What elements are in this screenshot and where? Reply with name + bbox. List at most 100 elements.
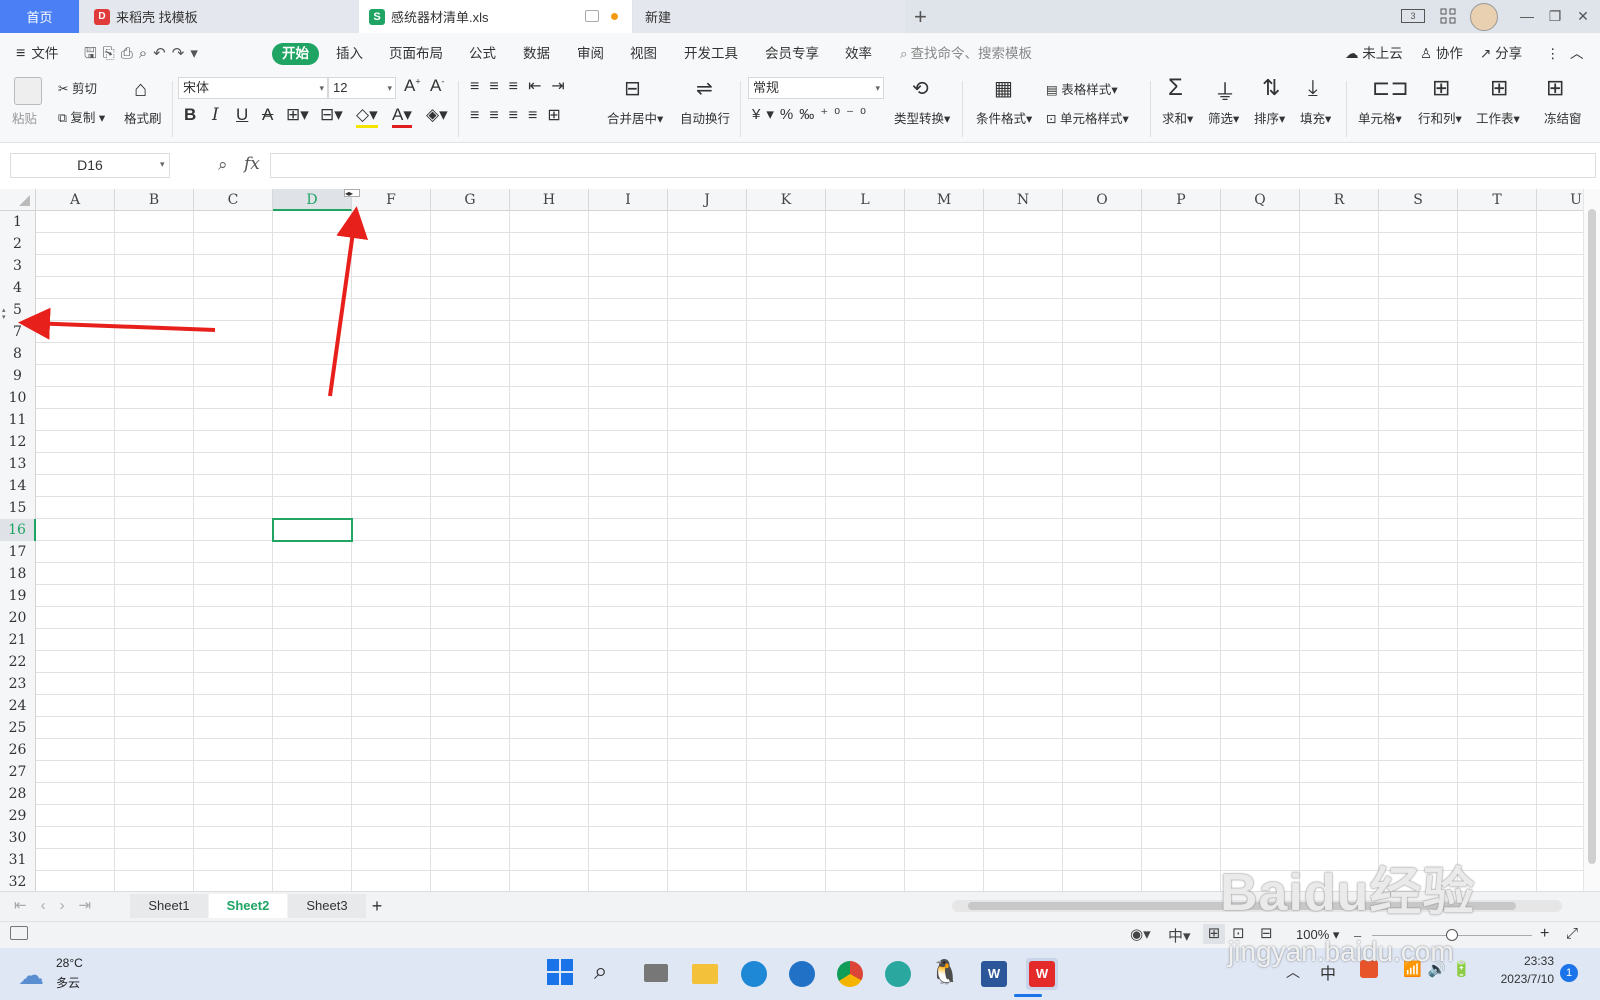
- avatar[interactable]: [1470, 3, 1498, 31]
- menu-member[interactable]: 会员专享: [765, 43, 819, 65]
- row-header-4[interactable]: 4: [0, 277, 36, 299]
- menu-dev-tools[interactable]: 开发工具: [684, 43, 738, 65]
- strikethrough-icon[interactable]: A: [262, 105, 273, 125]
- row-header-29[interactable]: 29: [0, 805, 36, 827]
- weather-temp[interactable]: 28°C: [56, 956, 83, 970]
- name-box[interactable]: D16: [10, 153, 170, 178]
- border-icon[interactable]: ⊞▾: [286, 105, 309, 125]
- task-view-icon[interactable]: [642, 958, 674, 990]
- weather-desc[interactable]: 多云: [56, 974, 80, 991]
- number-format-icons[interactable]: ¥▾%‰⁺⁰⁻⁰: [752, 105, 872, 123]
- row-header-25[interactable]: 25: [0, 717, 36, 739]
- table-style-button[interactable]: ▤ 表格样式▾: [1046, 79, 1118, 98]
- hidden-row-expand-icon[interactable]: ▴ ▾: [2, 307, 12, 321]
- row-header-19[interactable]: 19: [0, 585, 36, 607]
- column-header-k[interactable]: K: [747, 189, 826, 211]
- clock-date[interactable]: 2023/7/10: [1474, 972, 1554, 986]
- vertical-scrollbar[interactable]: [1583, 189, 1600, 891]
- menu-review[interactable]: 审阅: [577, 43, 604, 65]
- font-name-select[interactable]: 宋体: [178, 77, 328, 99]
- edge-browser-icon[interactable]: [738, 958, 770, 990]
- row-header-15[interactable]: 15: [0, 497, 36, 519]
- column-header-t[interactable]: T: [1458, 189, 1537, 211]
- restore-icon[interactable]: ❐: [1545, 6, 1565, 26]
- wrap-button[interactable]: 自动换行: [680, 108, 730, 127]
- cut-button[interactable]: ✂ 剪切: [58, 78, 97, 97]
- sheet-tab-1[interactable]: Sheet1: [130, 894, 208, 918]
- file-explorer-icon[interactable]: [690, 958, 722, 990]
- row-header-10[interactable]: 10: [0, 387, 36, 409]
- font-color-icon[interactable]: A▾: [392, 105, 412, 128]
- underline-icon[interactable]: U: [236, 105, 248, 125]
- tab-file[interactable]: S 感统器材清单.xls: [359, 0, 632, 33]
- windows-start-icon[interactable]: [546, 958, 578, 990]
- column-header-q[interactable]: Q: [1221, 189, 1300, 211]
- clear-icon[interactable]: ◈▾: [426, 105, 448, 125]
- sheet-nav-icons[interactable]: ⇤‹›⇥: [14, 896, 105, 914]
- row-header-3[interactable]: 3: [0, 255, 36, 277]
- font-grow-icon[interactable]: A+: [404, 76, 421, 96]
- row-header-20[interactable]: 20: [0, 607, 36, 629]
- share-button[interactable]: ↗ 分享: [1480, 43, 1522, 65]
- menu-data[interactable]: 数据: [523, 43, 550, 65]
- wps-icon[interactable]: W: [1026, 958, 1058, 990]
- row-header-1[interactable]: 1: [0, 211, 36, 233]
- row-header-17[interactable]: 17: [0, 541, 36, 563]
- clock-time[interactable]: 23:33: [1494, 954, 1554, 968]
- tab-home[interactable]: 首页: [0, 0, 79, 33]
- merge-center-button[interactable]: 合并居中▾: [607, 108, 663, 127]
- menu-formula[interactable]: 公式: [469, 43, 496, 65]
- collapse-ribbon-icon[interactable]: ︿: [1570, 43, 1584, 65]
- fill-color-icon[interactable]: ◇▾: [356, 105, 378, 128]
- row-header-27[interactable]: 27: [0, 761, 36, 783]
- row-header-12[interactable]: 12: [0, 431, 36, 453]
- row-header-8[interactable]: 8: [0, 343, 36, 365]
- normal-view-icon[interactable]: ⊞: [1203, 924, 1225, 944]
- column-header-f[interactable]: F: [352, 189, 431, 211]
- number-format-select[interactable]: 常规: [748, 77, 884, 99]
- close-icon[interactable]: ✕: [1573, 6, 1593, 26]
- row-header-21[interactable]: 21: [0, 629, 36, 651]
- freeze-button[interactable]: 冻结窗: [1544, 108, 1582, 127]
- filter-button[interactable]: 筛选▾: [1208, 108, 1239, 127]
- menu-start[interactable]: 开始: [272, 43, 319, 65]
- notification-badge[interactable]: 1: [1560, 964, 1578, 982]
- macro-record-icon[interactable]: [10, 926, 28, 940]
- word-icon[interactable]: W: [978, 958, 1010, 990]
- row-header-11[interactable]: 11: [0, 409, 36, 431]
- format-painter-button[interactable]: 格式刷: [124, 108, 162, 127]
- formula-input[interactable]: [270, 153, 1596, 178]
- paste-button[interactable]: 粘贴: [12, 108, 37, 127]
- column-header-n[interactable]: N: [984, 189, 1063, 211]
- row-header-22[interactable]: 22: [0, 651, 36, 673]
- cond-format-button[interactable]: 条件格式▾: [976, 108, 1032, 127]
- column-header-j[interactable]: J: [668, 189, 747, 211]
- command-search[interactable]: ⌕ 查找命令、搜索模板: [900, 43, 1032, 65]
- layout-3-icon[interactable]: 3: [1400, 6, 1426, 26]
- italic-icon[interactable]: I: [212, 105, 219, 125]
- apps-grid-icon[interactable]: [1438, 6, 1458, 26]
- cell-button[interactable]: 单元格▾: [1358, 108, 1402, 127]
- row-header-7[interactable]: 7: [0, 321, 36, 343]
- selected-cell[interactable]: [272, 518, 353, 542]
- bold-icon[interactable]: B: [184, 105, 196, 125]
- row-header-31[interactable]: 31: [0, 849, 36, 871]
- column-header-a[interactable]: A: [36, 189, 115, 211]
- spreadsheet-grid[interactable]: ABCDFGHIJKLMNOPQRSTU 1 2 3 4 5 7 8 9 10 11 12 13 14 1…: [0, 189, 1600, 891]
- zoom-in-icon[interactable]: +: [1540, 925, 1549, 943]
- row-header-16[interactable]: 16: [0, 519, 36, 541]
- font-size-select[interactable]: 12: [328, 77, 396, 99]
- font-shrink-icon[interactable]: A-: [430, 76, 444, 96]
- tab-template[interactable]: D 来稻壳 找模板: [80, 0, 359, 33]
- zoom-formula-icon[interactable]: ⌕: [218, 155, 228, 175]
- row-header-24[interactable]: 24: [0, 695, 36, 717]
- column-header-h[interactable]: H: [510, 189, 589, 211]
- eye-protect-icon[interactable]: ◉▾: [1130, 925, 1151, 943]
- type-convert-button[interactable]: 类型转换▾: [894, 108, 950, 127]
- column-resize-handle-icon[interactable]: ◂▸: [344, 189, 360, 198]
- column-header-d[interactable]: D: [273, 189, 352, 211]
- fx-icon[interactable]: fx: [244, 154, 260, 174]
- column-header-r[interactable]: R: [1300, 189, 1379, 211]
- column-header-g[interactable]: G: [431, 189, 510, 211]
- cell-style-button[interactable]: ⊡ 单元格样式▾: [1046, 108, 1129, 127]
